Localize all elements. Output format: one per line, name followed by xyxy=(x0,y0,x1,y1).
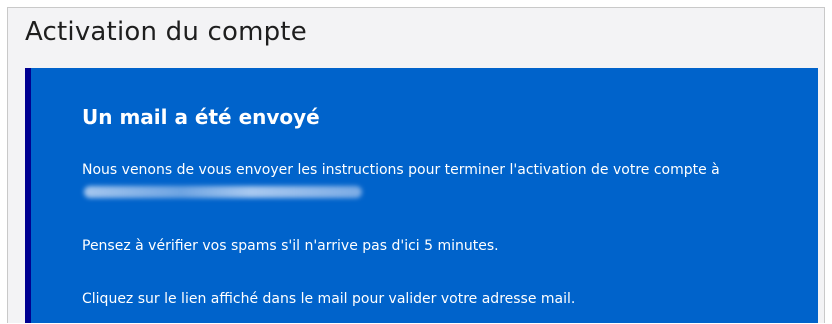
spam-hint-text: Pensez à vérifier vos spams s'il n'arriv… xyxy=(82,238,499,254)
activation-panel: Activation du compte Un mail a été envoy… xyxy=(7,7,825,323)
instructions-text: Nous venons de vous envoyer les instruct… xyxy=(82,162,720,178)
validate-link-hint-text: Cliquez sur le lien affiché dans le mail… xyxy=(82,291,576,307)
info-notice: Un mail a été envoyé Nous venons de vous… xyxy=(25,68,818,323)
page-title: Activation du compte xyxy=(25,17,307,47)
redacted-email-address xyxy=(84,186,362,198)
notice-title: Un mail a été envoyé xyxy=(82,105,320,129)
